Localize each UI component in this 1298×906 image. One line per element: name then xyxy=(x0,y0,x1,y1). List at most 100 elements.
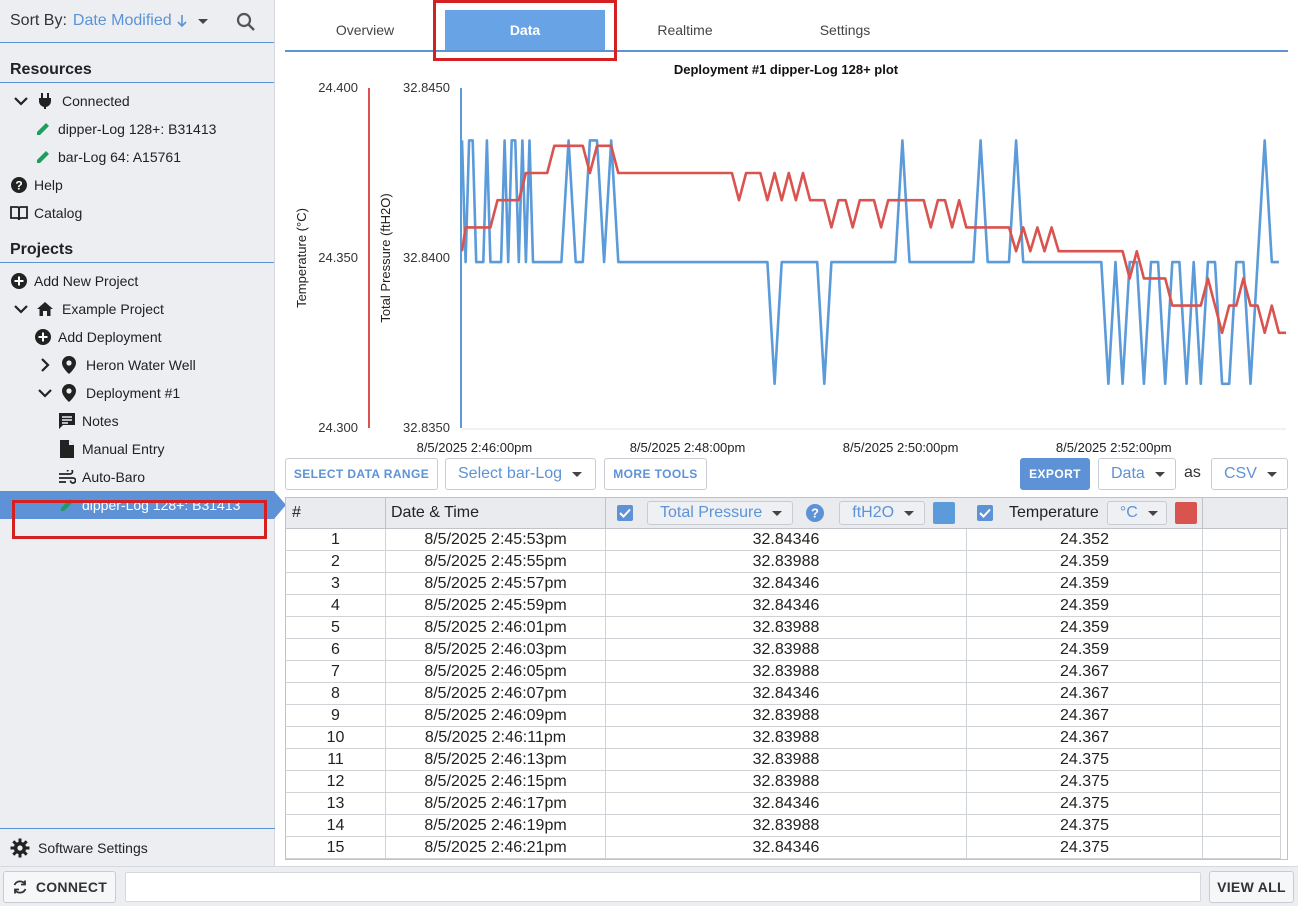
sidebar-item-deployment-1[interactable]: Deployment #1 xyxy=(0,379,274,407)
sidebar-item-help[interactable]: ? Help xyxy=(0,171,274,199)
cell-number: 6 xyxy=(286,639,386,660)
cell-temperature: 24.359 xyxy=(967,595,1203,616)
table-row[interactable]: 7 8/5/2025 2:46:05pm 32.83988 24.367 xyxy=(286,661,1281,683)
table-row[interactable]: 2 8/5/2025 2:45:55pm 32.83988 24.359 xyxy=(286,551,1281,573)
pressure-axis-label: Total Pressure (ftH2O) xyxy=(378,193,393,322)
chevron-down-icon[interactable] xyxy=(12,92,30,110)
add-circle-icon xyxy=(10,272,28,290)
select-data-range-button[interactable]: SELECT DATA RANGE xyxy=(285,458,438,490)
cell-datetime: 8/5/2025 2:45:57pm xyxy=(386,573,606,594)
table-row[interactable]: 11 8/5/2025 2:46:13pm 32.83988 24.375 xyxy=(286,749,1281,771)
cell-datetime: 8/5/2025 2:46:21pm xyxy=(386,837,606,858)
sidebar-item-label: Heron Water Well xyxy=(86,357,196,373)
temperature-field-label: Temperature xyxy=(1009,504,1099,521)
table-row[interactable]: 8 8/5/2025 2:46:07pm 32.84346 24.367 xyxy=(286,683,1281,705)
pressure-series-line xyxy=(460,139,1279,386)
table-body: 1 8/5/2025 2:45:53pm 32.84346 24.352 2 8/5/20… xyxy=(286,529,1281,859)
sidebar-item-catalog[interactable]: Catalog xyxy=(0,199,274,227)
bottom-bar: CONNECT VIEW ALL xyxy=(0,866,1298,906)
sidebar-item-selected-logger[interactable]: dipper-Log 128+: B31413 xyxy=(0,491,286,519)
chevron-down-icon xyxy=(197,18,208,24)
temperature-checkbox[interactable] xyxy=(977,505,993,521)
table-row[interactable]: 4 8/5/2025 2:45:59pm 32.84346 24.359 xyxy=(286,595,1281,617)
status-message-field xyxy=(125,872,1201,902)
notes-icon xyxy=(58,412,76,430)
cell-datetime: 8/5/2025 2:45:55pm xyxy=(386,551,606,572)
view-all-button[interactable]: VIEW ALL xyxy=(1209,871,1294,903)
sort-descending-icon xyxy=(177,15,187,28)
export-format-dropdown[interactable]: CSV xyxy=(1211,458,1288,490)
pressure-field-dropdown[interactable]: Total Pressure xyxy=(647,501,794,525)
table-row[interactable]: 14 8/5/2025 2:46:19pm 32.83988 24.375 xyxy=(286,815,1281,837)
table-row[interactable]: 5 8/5/2025 2:46:01pm 32.83988 24.359 xyxy=(286,617,1281,639)
cell-empty xyxy=(1203,749,1281,770)
cell-empty xyxy=(1203,705,1281,726)
table-row[interactable]: 15 8/5/2025 2:46:21pm 32.84346 24.375 xyxy=(286,837,1281,859)
data-plot[interactable]: Deployment #1 dipper-Log 128+ plot 24.400… xyxy=(276,58,1298,458)
sidebar-item-label: Help xyxy=(34,177,63,193)
x-tick-label: 8/5/2025 2:50:00pm xyxy=(843,440,959,455)
home-icon xyxy=(36,300,54,318)
table-row[interactable]: 1 8/5/2025 2:45:53pm 32.84346 24.352 xyxy=(286,529,1281,551)
sidebar-item-notes[interactable]: Notes xyxy=(0,407,274,435)
sidebar-item-heron-water-well[interactable]: Heron Water Well xyxy=(0,351,274,379)
table-row[interactable]: 12 8/5/2025 2:46:15pm 32.83988 24.375 xyxy=(286,771,1281,793)
select-barlog-dropdown[interactable]: Select bar-Log xyxy=(445,458,596,490)
cell-pressure: 32.84346 xyxy=(606,529,967,550)
sidebar-item-label: Catalog xyxy=(34,205,83,221)
chevron-right-icon[interactable] xyxy=(36,356,54,374)
export-content-dropdown[interactable]: Data xyxy=(1098,458,1176,490)
table-row[interactable]: 9 8/5/2025 2:46:09pm 32.83988 24.367 xyxy=(286,705,1281,727)
sidebar-item-add-new-project[interactable]: Add New Project xyxy=(0,267,274,295)
pressure-tick-label: 32.8450 xyxy=(403,80,450,95)
tab-settings[interactable]: Settings xyxy=(765,10,925,50)
sidebar-item-bar-log[interactable]: bar-Log 64: A15761 xyxy=(0,143,274,171)
table-row[interactable]: 3 8/5/2025 2:45:57pm 32.84346 24.359 xyxy=(286,573,1281,595)
software-settings-label: Software Settings xyxy=(38,839,148,856)
search-icon[interactable] xyxy=(236,12,256,37)
help-circle-icon[interactable]: ? xyxy=(805,503,825,523)
export-button[interactable]: EXPORT xyxy=(1020,458,1090,490)
sidebar-item-label: Auto-Baro xyxy=(82,469,146,485)
cell-number: 1 xyxy=(286,529,386,550)
cell-pressure: 32.84346 xyxy=(606,837,967,858)
cell-pressure: 32.83988 xyxy=(606,815,967,836)
chevron-down-icon xyxy=(904,510,915,516)
chevron-down-icon xyxy=(1147,510,1158,516)
cell-pressure: 32.83988 xyxy=(606,705,967,726)
pressure-tick-label: 32.8350 xyxy=(403,420,450,435)
temperature-unit-dropdown[interactable]: °C xyxy=(1106,501,1167,525)
more-tools-button[interactable]: MORE TOOLS xyxy=(604,458,707,490)
table-row[interactable]: 13 8/5/2025 2:46:17pm 32.84346 24.375 xyxy=(286,793,1281,815)
book-icon xyxy=(10,204,28,222)
connect-button[interactable]: CONNECT xyxy=(3,871,116,903)
sidebar-item-example-project[interactable]: Example Project xyxy=(0,295,274,323)
sidebar-item-manual-entry[interactable]: Manual Entry xyxy=(0,435,274,463)
location-pin-icon xyxy=(60,384,78,402)
tab-overview[interactable]: Overview xyxy=(285,10,445,50)
sidebar-item-connected[interactable]: Connected xyxy=(0,87,274,115)
chart-title: Deployment #1 dipper-Log 128+ plot xyxy=(674,62,899,77)
cell-empty xyxy=(1203,727,1281,748)
pressure-unit-dropdown[interactable]: ftH2O xyxy=(839,501,926,525)
chevron-down-icon[interactable] xyxy=(36,384,54,402)
main-panel: Overview Data Realtime Settings Deployme… xyxy=(276,0,1298,866)
cell-empty xyxy=(1203,573,1281,594)
tab-realtime[interactable]: Realtime xyxy=(605,10,765,50)
pressure-checkbox[interactable] xyxy=(617,505,633,521)
table-row[interactable]: 6 8/5/2025 2:46:03pm 32.83988 24.359 xyxy=(286,639,1281,661)
software-settings-button[interactable]: Software Settings xyxy=(0,828,275,866)
cell-pressure: 32.83988 xyxy=(606,639,967,660)
sort-dropdown[interactable]: Date Modified xyxy=(73,12,208,30)
pressure-color-swatch[interactable] xyxy=(933,502,956,524)
table-row[interactable]: 10 8/5/2025 2:46:11pm 32.83988 24.367 xyxy=(286,727,1281,749)
sidebar-item-label: Add Deployment xyxy=(58,329,162,345)
sidebar-item-dipper-log[interactable]: dipper-Log 128+: B31413 xyxy=(0,115,274,143)
sidebar-item-auto-baro[interactable]: Auto-Baro xyxy=(0,463,274,491)
tab-data[interactable]: Data xyxy=(445,10,605,50)
chevron-down-icon[interactable] xyxy=(12,300,30,318)
cell-empty xyxy=(1203,815,1281,836)
sidebar-item-add-deployment[interactable]: Add Deployment xyxy=(0,323,274,351)
temperature-color-swatch[interactable] xyxy=(1174,502,1197,524)
cell-temperature: 24.375 xyxy=(967,815,1203,836)
